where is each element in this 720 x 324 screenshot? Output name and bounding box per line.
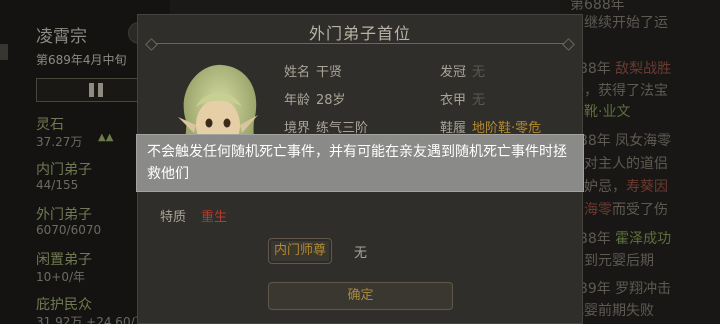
trait-tooltip: 不会触发任何随机死亡事件，并有可能在亲友遇到随机死亡事件时拯救他们 bbox=[136, 134, 584, 192]
stat-value-spirit-stones: 37.27万 bbox=[36, 135, 83, 149]
log-line: 女海零而受了伤 bbox=[570, 202, 668, 218]
hat-slot[interactable]: 发冠无 bbox=[440, 61, 485, 80]
name-field: 姓名 干贤 bbox=[284, 65, 343, 80]
stat-label-idle-disciples: 闲置弟子 bbox=[36, 252, 92, 268]
log-line: 乎对主人的道侣 bbox=[570, 156, 668, 172]
trait-rebirth[interactable]: 重生 bbox=[201, 206, 227, 225]
pause-icon bbox=[89, 83, 94, 97]
armor-slot[interactable]: 衣甲无 bbox=[440, 89, 485, 108]
stat-value-outer-disciples: 6070/6070 bbox=[36, 223, 102, 237]
event-log[interactable]: 第688年 门继续开始了运 688年 敌梨战胜 修，获得了法宝 阶靴·业文 68… bbox=[560, 0, 720, 324]
stat-label-outer-disciples: 外门弟子 bbox=[36, 207, 92, 223]
dialog-title: 外门弟子首位 bbox=[308, 24, 411, 43]
trait-label: 特质 bbox=[160, 210, 187, 225]
title-divider bbox=[150, 43, 570, 44]
log-line: 688年 霍泽成功 bbox=[570, 231, 672, 247]
stat-value-protected-people: 31.92万 +24.60/万 bbox=[36, 315, 147, 324]
master-value: 无 bbox=[354, 246, 368, 261]
log-line: 不妒忌，寿葵因 bbox=[570, 179, 668, 195]
stat-value-inner-disciples: 44/155 bbox=[36, 178, 79, 192]
confirm-button[interactable]: 确定 bbox=[268, 282, 453, 310]
log-line: 688年 凤女海零 bbox=[570, 133, 672, 149]
age-field: 年龄 28岁 bbox=[284, 93, 346, 108]
game-date: 第689年4月中旬 bbox=[36, 53, 127, 67]
trend-up-icon: ▲▲ bbox=[98, 132, 114, 143]
log-line: 688年 敌梨战胜 bbox=[570, 61, 672, 77]
stat-value-idle-disciples: 10+0/年 bbox=[36, 270, 86, 284]
collapse-tab[interactable] bbox=[0, 44, 8, 60]
stat-label-inner-disciples: 内门弟子 bbox=[36, 162, 92, 178]
sect-name: 凌霄宗 bbox=[36, 27, 87, 47]
log-line: 689年 罗翔冲击 bbox=[570, 281, 672, 297]
stat-label-protected-people: 庇护民众 bbox=[36, 297, 92, 313]
stat-label-spirit-stones: 灵石 bbox=[36, 117, 64, 133]
tooltip-text: 不会触发任何随机死亡事件，并有可能在亲友遇到随机死亡事件时拯救他们 bbox=[147, 144, 567, 182]
inner-master-button[interactable]: 内门师尊 bbox=[268, 238, 332, 264]
log-line: 修，获得了法宝 bbox=[570, 83, 668, 99]
log-line: 门继续开始了运 bbox=[570, 15, 668, 31]
